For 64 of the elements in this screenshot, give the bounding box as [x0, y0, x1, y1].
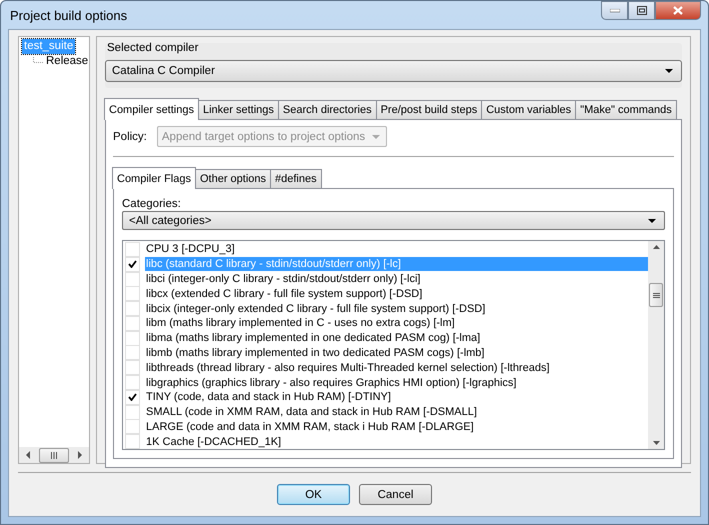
checkbox[interactable]	[125, 286, 140, 302]
tree-item[interactable]: Release	[44, 54, 90, 69]
minimize-button[interactable]	[601, 1, 628, 20]
caret-icon	[665, 69, 673, 73]
tab[interactable]: Other options	[194, 169, 272, 188]
checkbox[interactable]	[125, 242, 140, 257]
maximize-icon	[636, 6, 646, 15]
close-button[interactable]	[655, 1, 701, 20]
tab[interactable]: Compiler settings	[104, 98, 199, 120]
tab[interactable]: Custom variables	[481, 100, 576, 119]
categories-label: Categories:	[122, 197, 182, 211]
checkbox[interactable]	[125, 272, 140, 286]
checkbox[interactable]	[125, 419, 140, 434]
tab[interactable]: Compiler Flags	[112, 167, 196, 189]
checkbox[interactable]	[125, 256, 140, 272]
maximize-button[interactable]	[628, 1, 655, 20]
ok-button[interactable]: OK	[277, 484, 350, 505]
flag-item[interactable]: libci (integer-only C library - stdin/stdout/stderr only) [-lci]	[145, 272, 648, 286]
checkbox[interactable]	[125, 316, 140, 331]
flag-item[interactable]: SMALL (code in XMM RAM, data and stack in Hub RAM [-DSMALL]	[145, 405, 648, 420]
checkbox[interactable]	[125, 301, 140, 316]
checkbox[interactable]	[125, 390, 140, 405]
vertical-scrollbar[interactable]	[648, 241, 664, 450]
cancel-button[interactable]: Cancel	[359, 484, 432, 505]
tab[interactable]: #defines	[270, 169, 322, 188]
tab[interactable]: Linker settings	[198, 100, 279, 119]
flag-item[interactable]: libmb (maths library implemented in two dedicated PASM cogs) [-lmb]	[145, 346, 648, 360]
compiler-dropdown[interactable]: Catalina C Compiler	[105, 60, 682, 82]
tab[interactable]: "Make" commands	[575, 100, 677, 119]
minimize-icon	[610, 8, 620, 12]
checkbox[interactable]	[125, 360, 140, 376]
flag-item[interactable]: libgraphics (graphics library - also requires Graphics HMI option) [-lgraphics]	[145, 376, 648, 390]
flag-item[interactable]: libcx (extended C library - full file system support) [-DSD]	[145, 286, 648, 301]
tab[interactable]: Search directories	[278, 100, 377, 119]
window-title: Project build options	[9, 8, 128, 22]
down-arrow-icon	[652, 441, 660, 446]
flag-item[interactable]: CPU 3 [-DCPU_3]	[145, 242, 648, 256]
check-icon	[128, 260, 137, 268]
up-arrow-icon	[652, 245, 660, 249]
flag-item[interactable]: 1K Cache [-DCACHED_1K]	[145, 434, 648, 449]
checkbox[interactable]	[125, 330, 140, 346]
flag-item[interactable]: libm (maths library implemented in C - uses no extra cogs) [-lm]	[145, 316, 648, 330]
tab[interactable]: Pre/post build steps	[376, 100, 482, 119]
close-icon	[673, 6, 683, 15]
caret-icon	[648, 218, 656, 222]
checkbox[interactable]	[125, 434, 140, 450]
caret-icon	[372, 134, 380, 138]
grip-icon	[50, 452, 58, 458]
check-icon	[128, 393, 137, 402]
horizontal-scrollbar[interactable]	[19, 447, 89, 463]
flag-item[interactable]: TINY (code, data and stack in Hub RAM) [-DTINY]	[145, 390, 648, 404]
checkbox[interactable]	[125, 404, 140, 420]
flag-item[interactable]: libthreads (thread library - also requires Multi-Threaded kernel selection) [-lthreads]	[145, 360, 648, 375]
checkbox[interactable]	[125, 345, 140, 360]
flag-item[interactable]: libma (maths library implemented in one dedicated PASM cog) [-lma]	[145, 331, 648, 346]
checkbox[interactable]	[125, 375, 140, 390]
group-label: Selected compiler	[107, 42, 200, 54]
grip-icon	[652, 292, 660, 299]
flag-item[interactable]: libcix (integer-only extended C library - full file system support) [-DSD]	[145, 302, 648, 316]
flag-item[interactable]: LARGE (code and data in XMM RAM, stack i Hub RAM [-DLARGE]	[145, 420, 648, 434]
policy-label: Policy:	[113, 130, 147, 142]
categories-dropdown[interactable]: <All categories>	[122, 211, 665, 230]
left-arrow-icon	[25, 451, 31, 459]
right-arrow-icon	[77, 451, 83, 459]
